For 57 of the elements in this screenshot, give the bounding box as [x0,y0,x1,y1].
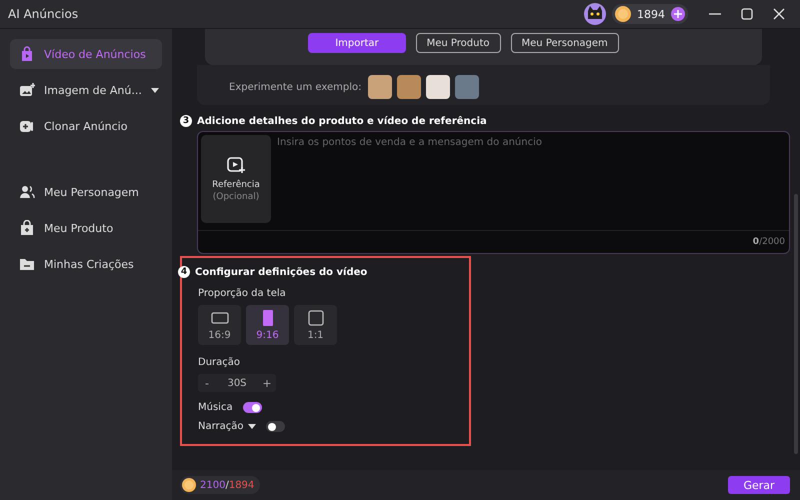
example-thumbnail[interactable] [397,75,422,99]
credits-count: 1894 [637,8,665,20]
duration-value: 30S [226,378,248,388]
placeholder-text: Insira os pontos de venda e a mensagem do anúncio [277,136,542,150]
field-label: Proporção da tela [198,288,287,299]
add-credits-button[interactable] [671,7,685,21]
folder-icon [19,256,35,272]
increase-button[interactable]: + [258,376,276,390]
sidebar-item[interactable]: Imagem de Anú... [10,75,162,105]
generate-button[interactable]: Gerar [728,476,790,494]
section-title: Configurar definições do vídeo [195,266,368,278]
wide-rectangle-icon [210,310,228,326]
coin-icon [182,478,196,492]
bag-icon [19,46,35,62]
upload-button[interactable]: Importar [308,33,406,53]
close-icon [773,8,785,20]
aspect-ratio-option[interactable]: 1:1 [294,305,337,345]
caret-icon [150,88,159,92]
example-label: Experimente um exemplo: [229,82,362,92]
people-icon [19,184,35,200]
reference-upload-button[interactable]: Referência (Opcional) [201,135,271,223]
plus-icon [674,10,682,18]
sidebar-item[interactable]: Meu Personagem [10,177,162,207]
aspect-ratio-option[interactable]: 16:9 [198,305,241,345]
field-label: Duração [198,357,242,368]
duration-stepper[interactable]: - 30S + [198,374,276,392]
bag-icon [19,220,35,236]
aspect-ratio-option[interactable]: 9:16 [246,305,289,345]
example-thumbnail[interactable] [426,75,450,99]
decrease-button[interactable]: - [198,376,216,390]
sidebar-item[interactable]: Clonar Anúncio [10,111,162,141]
sidebar-item[interactable]: Vídeo de Anúncios [10,39,162,69]
sidebar-item[interactable]: Minhas Criações [10,249,162,279]
toggle-label: Música [198,402,233,413]
example-thumbnail[interactable] [455,75,480,99]
toggle-switch[interactable] [266,421,285,432]
step-number: 4 [178,266,190,278]
video-plus-icon [227,156,245,174]
cat-avatar-icon [584,3,606,25]
coin-icon [615,6,631,22]
caret-icon [248,424,256,429]
text-area[interactable]: Referência (Opcional) Insira os pontos de venda e a mensagem do anúncio 0/2000 [197,131,790,254]
window-title: AI Anúncios [8,7,78,21]
example-thumbnail[interactable] [368,75,392,99]
image-plus-icon [19,82,35,98]
square-rectangle-icon [306,310,324,326]
maximize-icon [741,8,753,20]
upload-button[interactable]: Meu Produto [416,33,501,53]
toggle-switch[interactable] [242,402,262,413]
character-count: 0/2000 [752,237,785,247]
sidebar-item[interactable]: Meu Produto [10,213,162,243]
dropdown-toggle[interactable]: Narração [198,421,256,432]
credit-cost-text: 2100/1894 [200,480,254,490]
upload-button[interactable]: Meu Personagem [510,33,619,53]
clone-icon [19,118,35,134]
section-title: Adicione detalhes do produto e vídeo de referência [197,116,487,126]
step-number: 3 [180,115,192,127]
